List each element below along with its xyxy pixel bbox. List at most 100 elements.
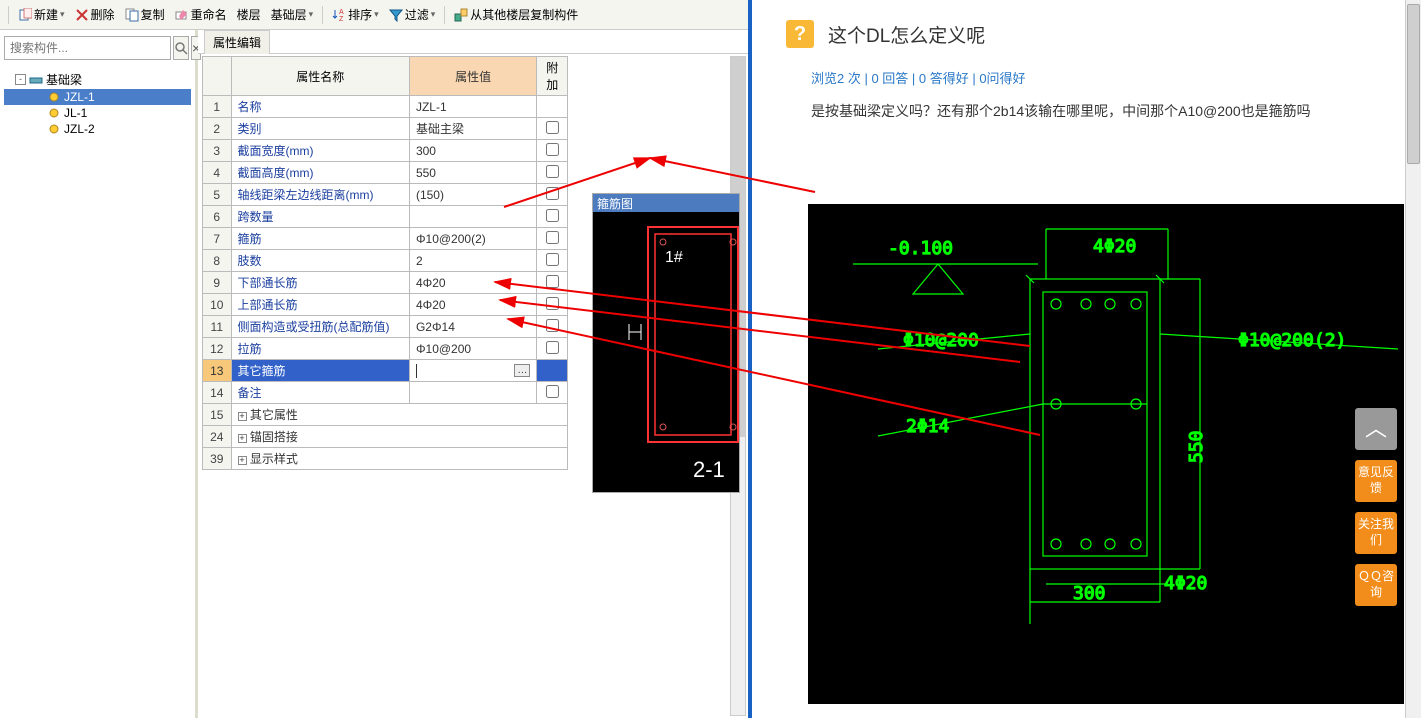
svg-text:2-1: 2-1: [693, 457, 725, 482]
cad-diagram: -0.100 4Φ20 Φ10@200 2Φ14 Φ10@200(2) 550 …: [808, 204, 1404, 704]
property-row[interactable]: 1名称JZL-1: [203, 96, 568, 118]
property-row[interactable]: 10上部通长筋4Φ20: [203, 294, 568, 316]
copy-button[interactable]: 复制: [121, 4, 169, 25]
svg-text:2Φ14: 2Φ14: [906, 416, 949, 437]
floor-label: 楼层: [237, 6, 261, 23]
follow-button[interactable]: 关注我们: [1355, 512, 1397, 554]
extra-checkbox[interactable]: [546, 231, 559, 244]
new-icon: [18, 8, 32, 22]
copy-from-other-button[interactable]: 从其他楼层复制构件: [450, 4, 582, 25]
copy-icon: [125, 8, 139, 22]
col-extra: 附加: [537, 57, 568, 96]
stirrup-diagram-window[interactable]: 箍筋图 1# 2-1: [592, 193, 740, 493]
item-icon: [47, 106, 61, 120]
property-row[interactable]: 11侧面构造或受扭筋(总配筋值)G2Φ14: [203, 316, 568, 338]
copy-from-label: 从其他楼层复制构件: [470, 6, 578, 23]
property-row[interactable]: 13其它箍筋…: [203, 360, 568, 382]
delete-button[interactable]: 删除: [71, 4, 119, 25]
scroll-top-button[interactable]: ︿: [1355, 408, 1397, 450]
property-group-row[interactable]: 39+ 显示样式: [203, 448, 568, 470]
svg-text:Φ10@200(2): Φ10@200(2): [1238, 330, 1346, 351]
extra-checkbox[interactable]: [546, 143, 559, 156]
filter-label: 过滤: [405, 6, 429, 23]
copy-from-icon: [454, 8, 468, 22]
question-stats: 浏览2 次 | 0 回答 | 0 答得好 | 0问得好: [756, 62, 1421, 97]
collapse-icon[interactable]: -: [15, 74, 26, 85]
search-input[interactable]: [4, 36, 171, 60]
floor-button[interactable]: 楼层: [233, 4, 265, 25]
sort-icon: AZ: [332, 8, 346, 22]
sort-button[interactable]: AZ 排序▾: [328, 4, 383, 25]
svg-text:550: 550: [1186, 430, 1207, 463]
svg-text:4Φ20: 4Φ20: [1164, 573, 1207, 594]
property-tab[interactable]: 属性编辑: [204, 30, 270, 54]
stirrup-svg: 1# 2-1: [593, 212, 741, 494]
filter-button[interactable]: 过滤▾: [385, 4, 440, 25]
col-value: 属性值: [409, 57, 536, 96]
rename-icon: [175, 8, 189, 22]
feedback-button[interactable]: 意见反馈: [1355, 460, 1397, 502]
tree-panel: × - 基础梁 JZL-1 JL-1: [0, 30, 198, 718]
tree-root-label: 基础梁: [46, 71, 82, 88]
expand-icon[interactable]: +: [238, 456, 247, 465]
right-scrollbar[interactable]: [1405, 0, 1421, 718]
question-title: 这个DL怎么定义呢: [828, 21, 985, 48]
extra-checkbox[interactable]: [546, 187, 559, 200]
floor-combo[interactable]: 基础层 ▾: [267, 4, 318, 25]
side-buttons: ︿ 意见反馈 关注我们 ＱＱ咨询: [1355, 408, 1397, 606]
extra-checkbox[interactable]: [546, 209, 559, 222]
tree-item-jzl1[interactable]: JZL-1: [4, 89, 191, 105]
item-icon: [47, 122, 61, 136]
component-tree: - 基础梁 JZL-1 JL-1 JZL-2: [2, 66, 193, 141]
item-icon: [47, 90, 61, 104]
property-row[interactable]: 7箍筋Φ10@200(2): [203, 228, 568, 250]
new-label: 新建: [34, 6, 58, 23]
extra-checkbox[interactable]: [546, 385, 559, 398]
filter-icon: [389, 8, 403, 22]
property-row[interactable]: 3截面宽度(mm)300: [203, 140, 568, 162]
extra-checkbox[interactable]: [546, 165, 559, 178]
tree-item-jzl2[interactable]: JZL-2: [4, 121, 191, 137]
question-body: 是按基础梁定义吗？还有那个2b14该输在哪里呢，中间那个A10@200也是箍筋吗: [756, 97, 1421, 131]
delete-label: 删除: [91, 6, 115, 23]
stirrup-diagram-title: 箍筋图: [593, 194, 739, 212]
property-row[interactable]: 14备注: [203, 382, 568, 404]
new-button[interactable]: 新建▾: [14, 4, 69, 25]
property-row[interactable]: 9下部通长筋4Φ20: [203, 272, 568, 294]
property-row[interactable]: 8肢数2: [203, 250, 568, 272]
rename-button[interactable]: 重命名: [171, 4, 231, 25]
search-button[interactable]: [173, 36, 189, 60]
question-icon: ?: [786, 20, 814, 48]
property-row[interactable]: 2类别基础主梁: [203, 118, 568, 140]
extra-checkbox[interactable]: [546, 253, 559, 266]
extra-checkbox[interactable]: [546, 319, 559, 332]
property-row[interactable]: 6跨数量: [203, 206, 568, 228]
tree-root[interactable]: - 基础梁: [4, 70, 191, 89]
property-group-row[interactable]: 24+ 锚固搭接: [203, 426, 568, 448]
more-button[interactable]: …: [514, 364, 530, 377]
delete-icon: [75, 8, 89, 22]
extra-checkbox[interactable]: [546, 121, 559, 134]
extra-checkbox[interactable]: [546, 275, 559, 288]
svg-text:Φ10@200: Φ10@200: [903, 330, 979, 351]
floor-combo-label: 基础层: [271, 6, 307, 23]
svg-text:300: 300: [1073, 583, 1106, 604]
svg-text:1#: 1#: [665, 249, 683, 266]
tree-item-jl1[interactable]: JL-1: [4, 105, 191, 121]
svg-text:Z: Z: [339, 16, 344, 22]
copy-label: 复制: [141, 6, 165, 23]
search-icon: [174, 41, 188, 55]
svg-text:4Φ20: 4Φ20: [1093, 236, 1136, 257]
sort-label: 排序: [348, 6, 372, 23]
property-row[interactable]: 4截面高度(mm)550: [203, 162, 568, 184]
expand-icon[interactable]: +: [238, 412, 247, 421]
extra-checkbox[interactable]: [546, 341, 559, 354]
beam-icon: [29, 73, 43, 87]
property-row[interactable]: 5轴线距梁左边线距离(mm)(150): [203, 184, 568, 206]
main-toolbar: 新建▾ 删除 复制 重命名 楼层 基础层 ▾ AZ 排序▾ 过滤▾: [0, 0, 748, 30]
property-group-row[interactable]: 15+ 其它属性: [203, 404, 568, 426]
qq-button[interactable]: ＱＱ咨询: [1355, 564, 1397, 606]
extra-checkbox[interactable]: [546, 297, 559, 310]
property-row[interactable]: 12拉筋Φ10@200: [203, 338, 568, 360]
expand-icon[interactable]: +: [238, 434, 247, 443]
